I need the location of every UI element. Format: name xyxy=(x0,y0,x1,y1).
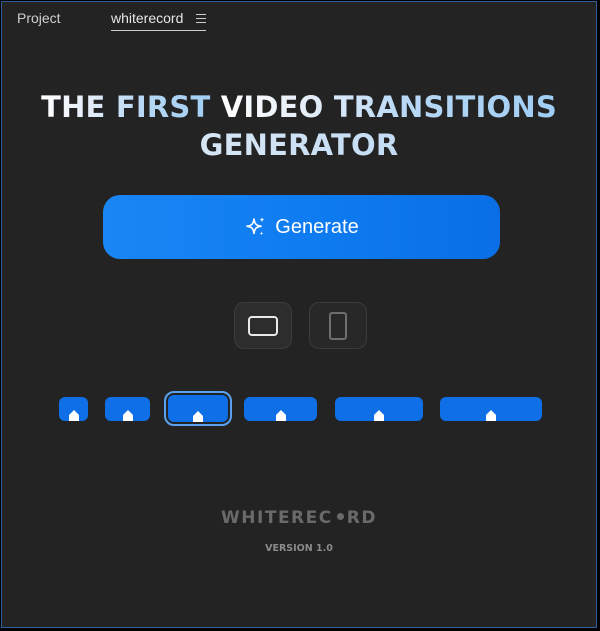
landscape-icon xyxy=(248,315,278,336)
portrait-icon xyxy=(329,311,347,340)
title-line-2: GENERATOR xyxy=(2,126,596,164)
generate-label: Generate xyxy=(275,215,359,238)
landscape-toggle[interactable] xyxy=(234,302,292,349)
preset-1[interactable] xyxy=(59,397,88,421)
tab-project[interactable]: Project xyxy=(17,10,61,26)
preset-6[interactable] xyxy=(440,397,542,421)
plugin-panel: Project whiterecord THE FIRST VIDEO TRAN… xyxy=(1,1,597,628)
preset-2[interactable] xyxy=(105,397,150,421)
title-part-2: VIDEO TRANSITIONS xyxy=(220,90,557,124)
tab-whiterecord[interactable]: whiterecord xyxy=(111,10,207,31)
preset-5[interactable] xyxy=(335,397,423,421)
page-title: THE FIRST VIDEO TRANSITIONS GENERATOR xyxy=(2,88,596,164)
brand-dot-icon xyxy=(336,513,344,520)
version-label: VERSION 1.0 xyxy=(265,543,333,554)
title-line-1: THE FIRST VIDEO TRANSITIONS xyxy=(2,88,596,126)
tab-whiterecord-label: whiterecord xyxy=(111,10,184,26)
tab-bar: Project whiterecord xyxy=(2,2,596,36)
aspect-presets xyxy=(2,391,596,431)
brand-text-left: WHITEREC xyxy=(221,508,333,528)
preset-3[interactable] xyxy=(164,391,232,426)
sparkle-icon xyxy=(246,217,265,236)
generate-button[interactable]: Generate xyxy=(103,195,500,259)
brand-logo: WHITEREC RD xyxy=(2,508,596,528)
portrait-toggle[interactable] xyxy=(309,302,367,349)
brand-text-right: RD xyxy=(346,508,377,528)
title-part-3: GENERATOR xyxy=(199,128,399,162)
title-part-1: THE FIRST xyxy=(41,90,221,124)
hamburger-menu-icon[interactable] xyxy=(196,13,207,23)
preset-4[interactable] xyxy=(244,397,317,421)
